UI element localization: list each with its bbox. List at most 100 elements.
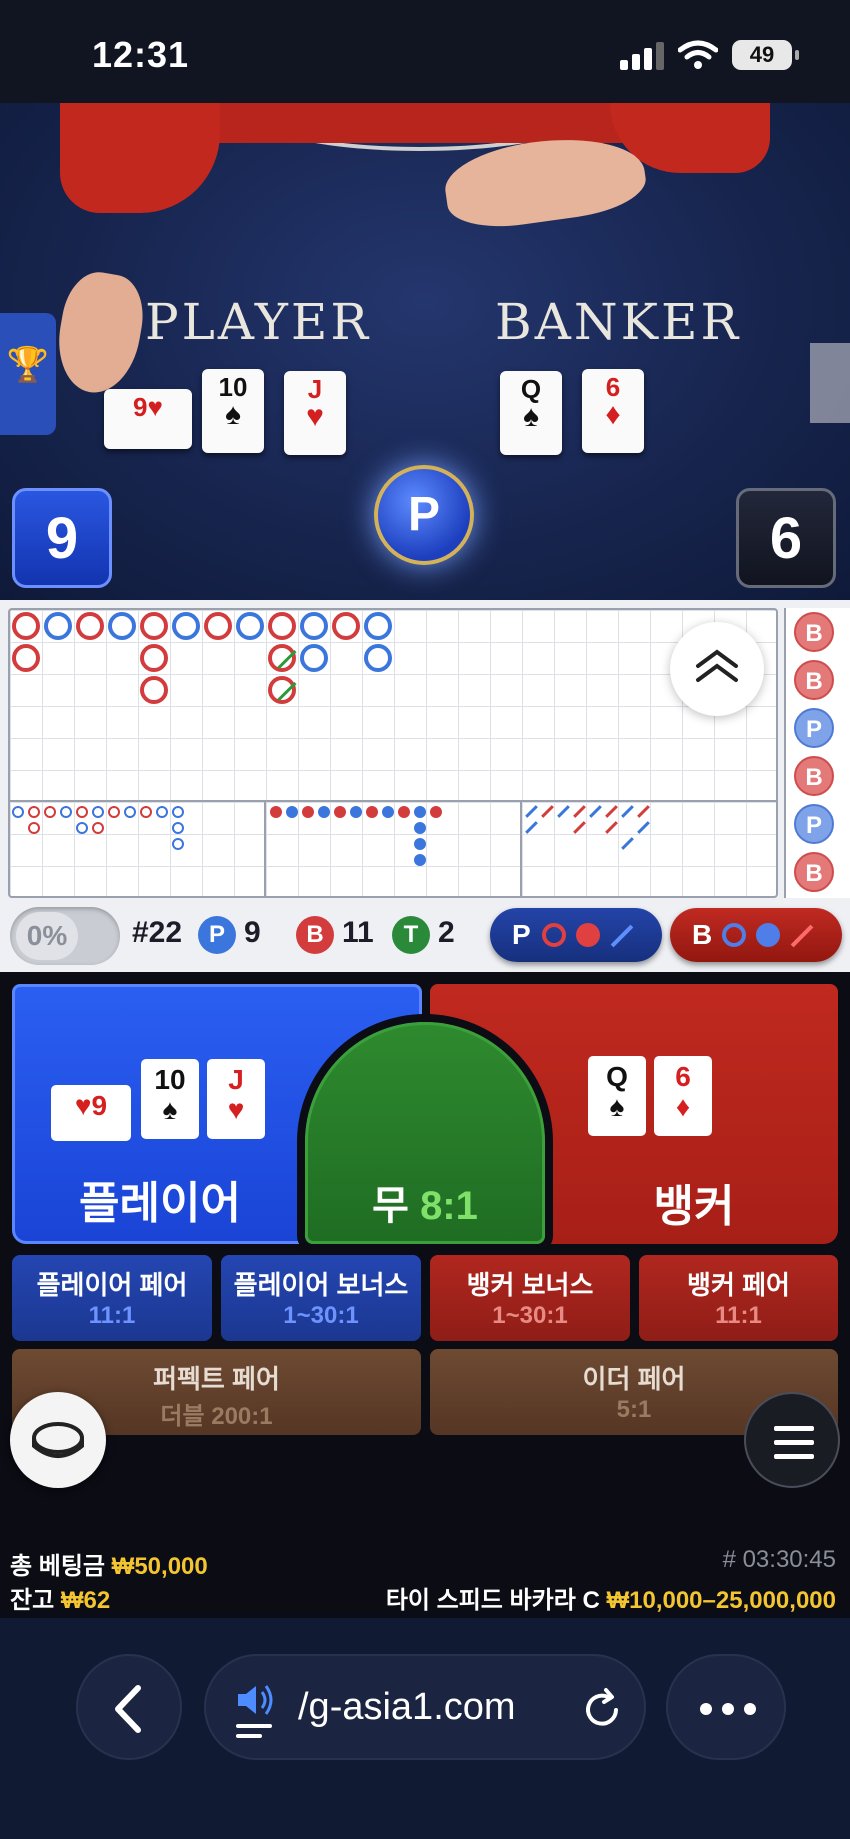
menu-button[interactable] (744, 1392, 840, 1488)
player-score: 9 (12, 488, 112, 588)
bead-mark: B (794, 612, 834, 652)
derived-road-dot (414, 822, 426, 834)
derived-road-dot (350, 806, 362, 818)
player-pair-bet[interactable]: 플레이어 페어 11:1 (12, 1255, 212, 1341)
derived-road-mark (76, 822, 88, 834)
derived-road-slash (621, 805, 634, 818)
derived-road-mark (172, 806, 184, 818)
game-info-footer: 총 베팅금 ₩50,000 잔고 ₩62 # 03:30:45 타이 스피드 바… (0, 1538, 850, 1618)
big-road-mark (268, 676, 296, 704)
derived-road-slash (573, 805, 586, 818)
live-video: PLAYER BANKER 9♥ 10 ♠ J ♥ Q ♠ 6 ♦ 🏆 9 P 6 (0, 103, 850, 600)
big-road-mark (140, 612, 168, 640)
derived-road-slash (605, 805, 618, 818)
banker-count: 11 (342, 916, 374, 949)
derived-road-slash (637, 821, 650, 834)
dealer-hand (50, 266, 150, 400)
derived-road-dot (286, 806, 298, 818)
chevron-double-up-icon (696, 649, 738, 682)
tie-bet-label: 무 (372, 1184, 409, 1228)
banker-card-2: 6 ♦ (654, 1056, 712, 1136)
derived-road-dot (318, 806, 330, 818)
banker-bet-label: 뱅커 (653, 1182, 735, 1231)
derived-road-dot (302, 806, 314, 818)
predict-dot (756, 923, 780, 947)
player-card-1: ♥9 (51, 1085, 131, 1141)
big-road-mark (204, 612, 232, 640)
banker-card-2: 6 ♦ (582, 369, 644, 453)
predict-slash (790, 924, 814, 948)
big-road-mark (332, 612, 360, 640)
derived-road-mark (28, 822, 40, 834)
player-count: 9 (244, 916, 261, 949)
back-button[interactable] (76, 1654, 182, 1760)
big-road-mark (44, 612, 72, 640)
big-road-mark (268, 644, 296, 672)
derived-road-slash (541, 805, 554, 818)
derived-road-mark (172, 822, 184, 834)
derived-road-mark (92, 822, 104, 834)
big-road-grid (8, 608, 778, 898)
wifi-icon (678, 40, 718, 69)
tie-count-chip: T (392, 916, 430, 954)
derived-road-mark (108, 806, 120, 818)
derived-road-slash (557, 805, 570, 818)
predict-ring (542, 923, 566, 947)
total-bet-label: 총 베팅금 (10, 1553, 105, 1580)
address-bar[interactable]: /g-asia1.com (204, 1654, 646, 1760)
derived-road-slash (525, 805, 538, 818)
more-options-button[interactable] (666, 1654, 786, 1760)
bead-mark: P (794, 708, 834, 748)
ellipsis-icon (700, 1703, 756, 1715)
player-bonus-bet[interactable]: 플레이어 보너스 1~30:1 (221, 1255, 421, 1341)
player-table-label: PLAYER (145, 293, 372, 351)
banker-card-1: Q ♠ (588, 1056, 646, 1136)
balance-value: ₩62 (60, 1587, 111, 1614)
percentage-toggle[interactable]: 0% (10, 907, 120, 965)
derived-road-mark (60, 806, 72, 818)
derived-road-dot (414, 806, 426, 818)
url-text: /g-asia1.com (298, 1686, 516, 1728)
derived-road-dot (414, 838, 426, 850)
banker-bonus-bet[interactable]: 뱅커 보너스 1~30:1 (430, 1255, 630, 1341)
chip-icon (32, 1422, 84, 1458)
chip-selector-button[interactable] (10, 1392, 106, 1488)
tie-odds: 8:1 (420, 1184, 478, 1228)
predict-ring (722, 923, 746, 947)
battery-indicator: 49 (732, 40, 799, 70)
dealer-arm (60, 103, 220, 213)
derived-road-dot (270, 806, 282, 818)
balance-label: 잔고 (10, 1587, 55, 1614)
big-road-mark (140, 644, 168, 672)
player-card-1: 9♥ (104, 389, 192, 449)
reload-icon[interactable] (578, 1686, 626, 1734)
big-road-mark (300, 612, 328, 640)
derived-road-mark (44, 806, 56, 818)
derived-road-slash (525, 821, 538, 834)
banker-predict-button[interactable]: B (670, 908, 842, 962)
player-card-3: J ♥ (284, 371, 346, 455)
banker-pair-bet[interactable]: 뱅커 페어 11:1 (639, 1255, 838, 1341)
derived-road-mark (172, 838, 184, 850)
derived-road-mark (156, 806, 168, 818)
expand-roadmap-button[interactable] (670, 622, 764, 716)
derived-road-dot (430, 806, 442, 818)
banker-card-1: Q ♠ (500, 371, 562, 455)
clock: 12:31 (92, 34, 190, 75)
banker-table-label: BANKER (495, 293, 742, 351)
big-road-mark (12, 612, 40, 640)
bead-road-strip: B B P B P B (784, 608, 850, 898)
derived-road-dot (414, 854, 426, 866)
banker-score: 6 (736, 488, 836, 588)
derived-road-slash (573, 821, 586, 834)
speaker-icon (236, 1685, 273, 1738)
trophy-icon[interactable]: 🏆 (0, 313, 56, 435)
browser-toolbar: /g-asia1.com (0, 1618, 850, 1839)
player-predict-button[interactable]: P (490, 908, 662, 962)
predict-dot (576, 923, 600, 947)
derived-road-mark (28, 806, 40, 818)
big-road-mark (268, 612, 296, 640)
player-bet-label: 플레이어 (79, 1179, 241, 1228)
big-road-mark (108, 612, 136, 640)
player-card-3: J ♥ (207, 1059, 265, 1139)
